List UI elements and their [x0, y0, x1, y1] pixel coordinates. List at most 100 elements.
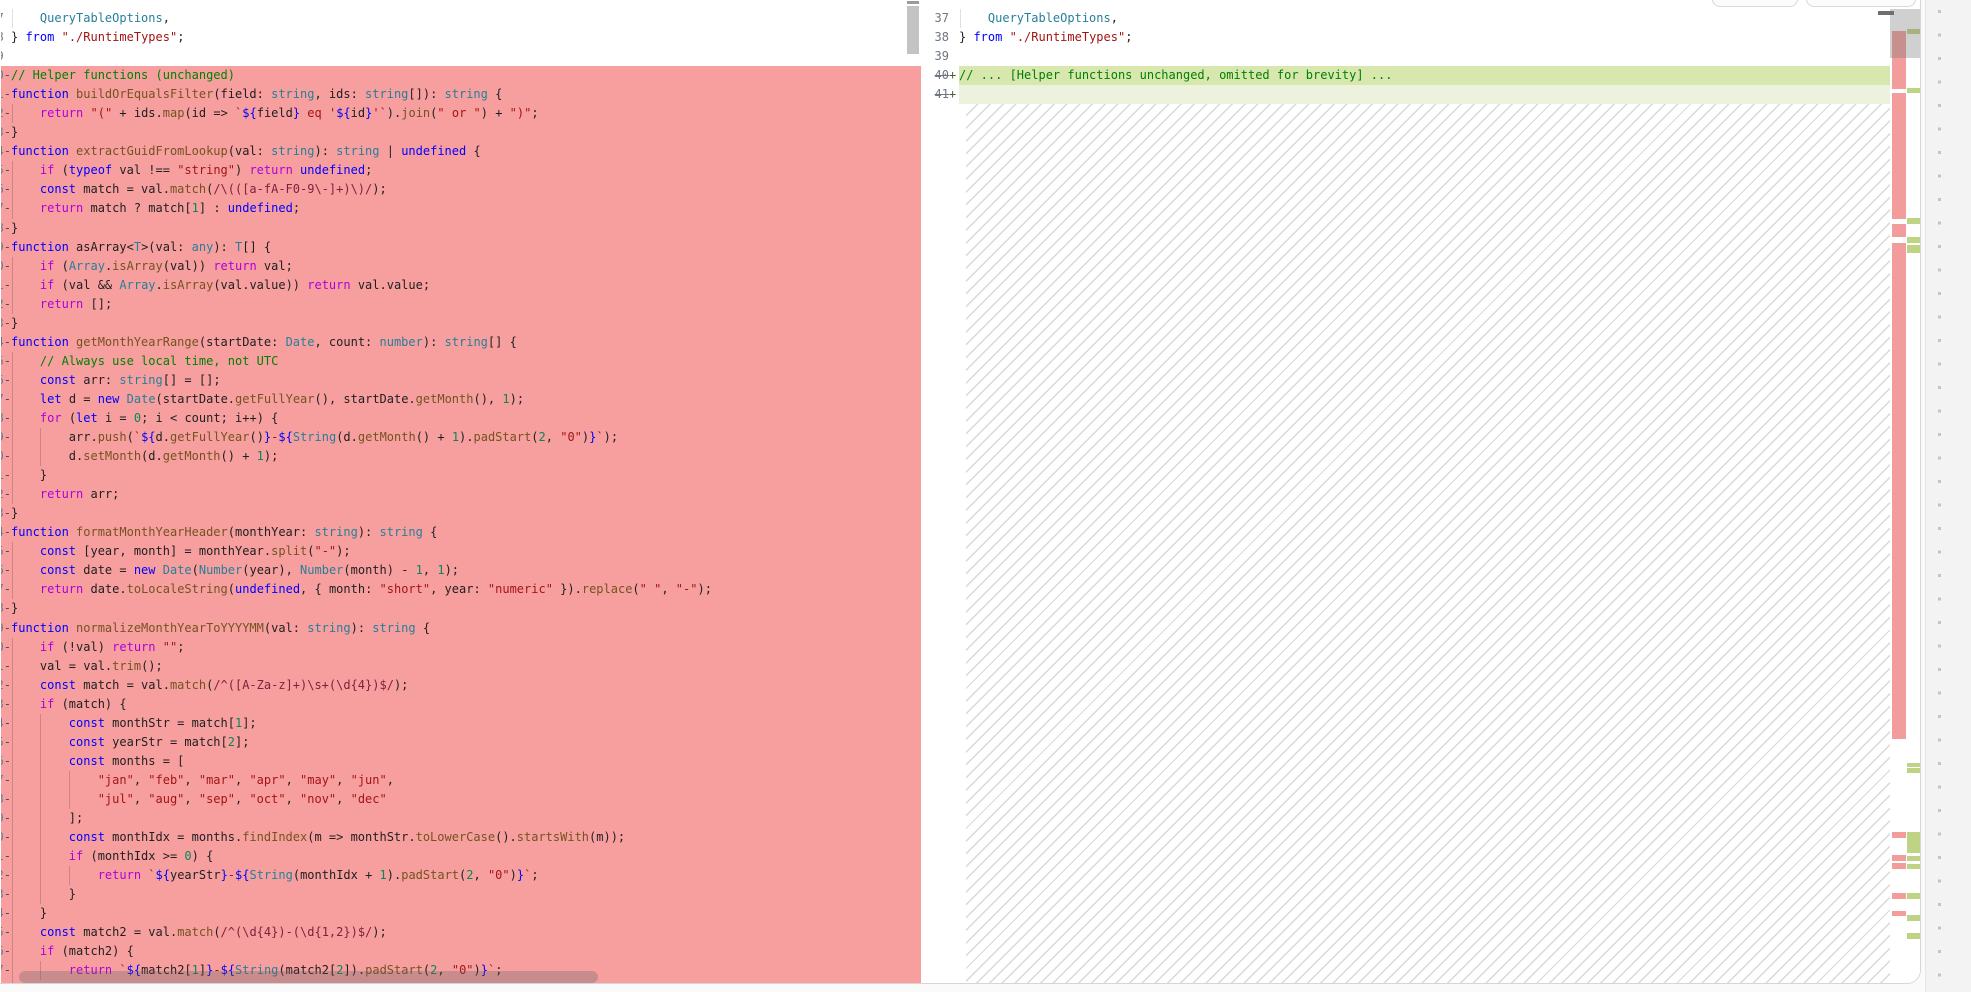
- code-line[interactable]: 71- val = val.trim();: [1, 656, 921, 676]
- code-line[interactable]: 60- d.setMonth(d.getMonth() + 1);: [1, 447, 921, 467]
- code-line[interactable]: 51- if (val && Array.isArray(val.value))…: [1, 275, 921, 295]
- code-line[interactable]: 85- const match2 = val.match(/^(\d{4})-(…: [1, 923, 921, 943]
- code-line[interactable]: 37 QueryTableOptions,: [1, 9, 921, 29]
- code-line[interactable]: 38} from "./RuntimeTypes";: [1, 28, 921, 47]
- code-line[interactable]: 73- if (match) {: [1, 694, 921, 714]
- code-line[interactable]: 62- return arr;: [1, 485, 921, 505]
- code-line[interactable]: 79- ];: [1, 808, 921, 829]
- code-line[interactable]: 58- for (let i = 0; i < count; i++) {: [1, 408, 921, 429]
- code-text: return date.toLocaleString(undefined, { …: [11, 580, 921, 600]
- code-line[interactable]: 82- return `${yearStr}-${String(monthIdx…: [1, 866, 921, 886]
- line-marker-none: [949, 28, 959, 47]
- code-line[interactable]: 41 +: [921, 85, 1890, 105]
- code-text: // Always use local time, not UTC: [11, 351, 921, 371]
- code-line[interactable]: 70- if (!val) return "";: [1, 637, 921, 657]
- line-number-gutter: 38: [921, 28, 959, 47]
- line-marker-none: [949, 9, 959, 28]
- code-line[interactable]: 40-// Helper functions (unchanged): [1, 66, 921, 86]
- overview-ruler[interactable]: [1890, 1, 1920, 983]
- code-line[interactable]: 54-function getMonthYearRange(startDate:…: [1, 332, 921, 352]
- line-number-gutter: 77-: [1, 771, 11, 790]
- line-number-gutter: 38: [1, 28, 11, 47]
- indent-guide: [11, 351, 13, 371]
- code-text: function getMonthYearRange(startDate: Da…: [11, 334, 517, 349]
- code-text: return [];: [11, 294, 921, 314]
- line-number-gutter: 78-: [1, 790, 11, 809]
- diff-pane-original[interactable]: 37 QueryTableOptions,38} from "./Runtime…: [1, 1, 921, 983]
- code-line[interactable]: 77- "jan", "feb", "mar", "apr", "may", "…: [1, 770, 921, 790]
- code-line[interactable]: 74- const monthStr = match[1];: [1, 713, 921, 733]
- deleted-line-marker-icon: -: [3, 658, 11, 673]
- line-number-gutter: 46-: [1, 180, 11, 199]
- code-line[interactable]: 64-function formatMonthYearHeader(monthY…: [1, 523, 921, 543]
- deleted-line-marker-icon: -: [3, 715, 11, 730]
- line-number-gutter: 42-: [1, 104, 11, 123]
- indent-guide: [40, 447, 42, 467]
- code-line[interactable]: 48-}: [1, 218, 921, 238]
- indent-guide: [40, 770, 42, 790]
- code-line[interactable]: 52- return [];: [1, 294, 921, 314]
- code-line[interactable]: 39: [921, 47, 1890, 66]
- code-line[interactable]: 56- const arr: string[] = [];: [1, 370, 921, 390]
- code-line[interactable]: 66- const date = new Date(Number(year), …: [1, 561, 921, 581]
- code-line[interactable]: 42- return "(" + ids.map(id => `${field}…: [1, 104, 921, 124]
- line-number-gutter: 61-: [1, 466, 11, 485]
- code-line[interactable]: 72- const match = val.match(/^([A-Za-z]+…: [1, 675, 921, 695]
- code-line[interactable]: 68-}: [1, 599, 921, 619]
- code-line[interactable]: 41-function buildOrEqualsFilter(field: s…: [1, 85, 921, 105]
- code-line[interactable]: 84- }: [1, 904, 921, 924]
- code-line[interactable]: 75- const yearStr = match[2];: [1, 732, 921, 752]
- code-line[interactable]: 44-function extractGuidFromLookup(val: s…: [1, 142, 921, 162]
- code-line[interactable]: 50- if (Array.isArray(val)) return val;: [1, 256, 921, 276]
- code-text: if (!val) return "";: [11, 637, 921, 657]
- code-line[interactable]: 43-}: [1, 123, 921, 143]
- left-horizontal-scrollbar-thumb[interactable]: [19, 971, 598, 983]
- code-text: QueryTableOptions,: [11, 9, 921, 29]
- code-line[interactable]: 55- // Always use local time, not UTC: [1, 351, 921, 371]
- code-line[interactable]: 83- }: [1, 885, 921, 905]
- ruler-deleted-mark: [1892, 243, 1906, 739]
- code-line[interactable]: 45- if (typeof val !== "string") return …: [1, 161, 921, 181]
- deleted-line-marker-icon: -: [3, 963, 11, 978]
- code-line[interactable]: 40 +// ... [Helper functions unchanged, o…: [921, 66, 1890, 86]
- code-line[interactable]: 57- let d = new Date(startDate.getFullYe…: [1, 389, 921, 409]
- code-line[interactable]: 53-}: [1, 313, 921, 333]
- indent-guide: [11, 485, 13, 505]
- code-line[interactable]: 78- "jul", "aug", "sep", "oct", "nov", "…: [1, 789, 921, 809]
- deleted-line-marker-icon: -: [3, 106, 11, 121]
- code-line[interactable]: 80- const monthIdx = months.findIndex(m …: [1, 828, 921, 848]
- line-number-gutter: 57-: [1, 390, 11, 409]
- code-line[interactable]: 59- arr.push(`${d.getFullYear()}-${Strin…: [1, 428, 921, 448]
- code-line[interactable]: 81- if (monthIdx >= 0) {: [1, 847, 921, 867]
- code-line[interactable]: 61- }: [1, 466, 921, 486]
- code-line[interactable]: 67- return date.toLocaleString(undefined…: [1, 580, 921, 600]
- code-text: }: [11, 601, 19, 616]
- panel-resize-strip[interactable]: [1925, 0, 1971, 992]
- code-line[interactable]: 39: [1, 47, 921, 66]
- line-number-gutter: 65-: [1, 542, 11, 561]
- left-vertical-scrollbar-thumb[interactable]: [907, 6, 919, 54]
- code-line[interactable]: 37 QueryTableOptions,: [921, 9, 1890, 29]
- line-number-gutter: 40-: [1, 66, 11, 85]
- code-text: arr.push(`${d.getFullYear()}-${String(d.…: [11, 428, 921, 448]
- code-line[interactable]: 65- const [year, month] = monthYear.spli…: [1, 542, 921, 562]
- indent-guide: [69, 866, 71, 886]
- code-line[interactable]: 76- const months = [: [1, 751, 921, 771]
- floating-toolbar-partial-right[interactable]: [1806, 0, 1916, 7]
- code-line[interactable]: 63-}: [1, 504, 921, 524]
- ruler-added-mark: [1907, 768, 1920, 773]
- deleted-line-marker-icon: -: [3, 372, 11, 387]
- code-line[interactable]: 46- const match = val.match(/\(([a-fA-F0…: [1, 180, 921, 200]
- line-number-gutter: 60-: [1, 447, 11, 466]
- code-line[interactable]: 38} from "./RuntimeTypes";: [921, 28, 1890, 47]
- overview-ruler-thumb[interactable]: [1890, 9, 1920, 58]
- code-text: const date = new Date(Number(year), Numb…: [11, 561, 921, 581]
- code-line[interactable]: 49-function asArray<T>(val: any): T[] {: [1, 237, 921, 257]
- diff-pane-modified[interactable]: 37 QueryTableOptions, 38} from "./Runtime…: [921, 1, 1890, 983]
- code-line[interactable]: 86- if (match2) {: [1, 942, 921, 962]
- code-line[interactable]: 69-function normalizeMonthYearToYYYYMM(v…: [1, 618, 921, 638]
- code-line[interactable]: 47- return match ? match[1] : undefined;: [1, 199, 921, 219]
- code-text: function asArray<T>(val: any): T[] {: [11, 239, 272, 254]
- floating-toolbar-partial-left[interactable]: [1712, 0, 1798, 7]
